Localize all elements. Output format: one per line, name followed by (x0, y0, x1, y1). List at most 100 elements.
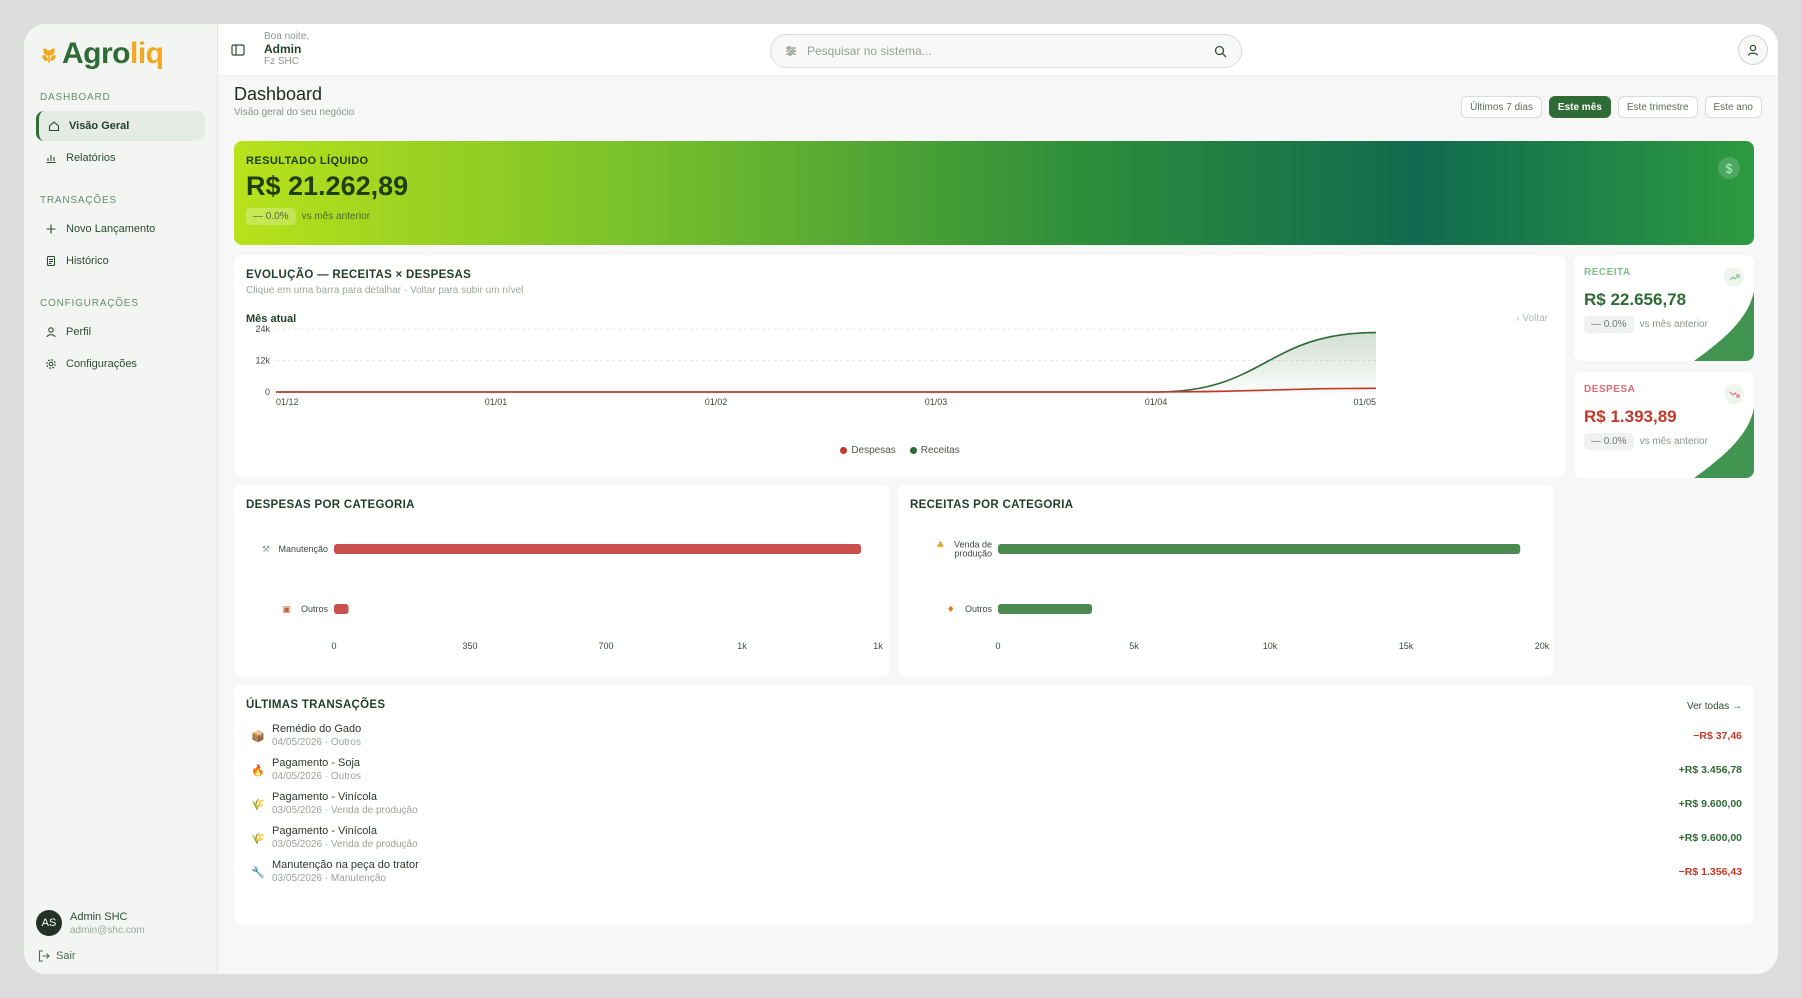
income-category-chart[interactable]: Venda deprodução♣Outros♦0 5k 10k 15k 20k (898, 515, 1554, 665)
expense-category-title: DESPESAS POR CATEGORIA (246, 499, 415, 511)
period-button[interactable]: Este mês (1548, 96, 1611, 118)
plus-icon (44, 222, 58, 236)
transaction-row[interactable]: 🔥 Pagamento - Soja 04/05/2026 · Outros +R$ … (246, 753, 1742, 787)
recent-transactions-card: ÚLTIMAS TRANSAÇÕES Ver todas → 📦 Remédio … (234, 685, 1754, 925)
transaction-amount: −R$ 1.356,43 (1678, 866, 1742, 878)
sidebar-item-configura-es[interactable]: Configurações (36, 349, 205, 379)
category-label: produção (954, 549, 992, 559)
search-icon[interactable] (1214, 45, 1227, 58)
transaction-row[interactable]: 🌾 Pagamento - Vinícola 03/05/2026 · Venda … (246, 821, 1742, 855)
transaction-title: Pagamento - Vinícola (272, 824, 377, 837)
sidebar-item-perfil[interactable]: Perfil (36, 317, 205, 347)
gear-icon (44, 357, 58, 371)
transaction-meta: 03/05/2026 · Venda de produção (272, 838, 418, 850)
transaction-row[interactable]: 🌾 Pagamento - Vinícola 03/05/2026 · Venda … (246, 787, 1742, 821)
x-tick-label: 5k (1129, 641, 1139, 651)
bar-chart-icon (44, 151, 58, 165)
transaction-category-icon: 🔥 (251, 764, 265, 777)
x-tick-label: 1k (737, 641, 747, 651)
sidebar-item-vis-o-geral[interactable]: Visão Geral (36, 111, 205, 141)
user-card[interactable]: AS Admin SHC admin@shc.com (36, 910, 205, 936)
sidebar-item-novo-lan-amento[interactable]: Novo Lançamento (36, 214, 205, 244)
net-result-value: R$ 21.262,89 (246, 171, 409, 201)
transaction-amount: −R$ 37,46 (1693, 730, 1742, 742)
period-button[interactable]: Este trimestre (1617, 96, 1698, 118)
transaction-title: Manutenção na peça do trator (272, 858, 419, 871)
greeting: Boa noite, Admin Fz SHC (264, 31, 309, 68)
legend-swatch (840, 446, 848, 454)
sidebar-item-label: Histórico (66, 255, 109, 267)
net-result-card: RESULTADO LÍQUIDO R$ 21.262,89 — 0.0% vs… (234, 141, 1754, 245)
x-tick-label: 700 (598, 641, 613, 651)
period-filter: Últimos 7 dias Este mês Este trimestre Este… (1461, 96, 1762, 118)
app-window: Agroliq DASHBOARD Visão Geral Relatórios TR… (24, 24, 1778, 974)
topbar: Boa noite, Admin Fz SHC (218, 24, 1778, 76)
user-icon (44, 325, 58, 339)
income-category-title: RECEITAS POR CATEGORIA (910, 499, 1074, 511)
transaction-amount: +R$ 3.456,78 (1678, 764, 1742, 776)
kpi-label: RECEITA (1584, 267, 1631, 278)
sidebar-toggle-icon[interactable] (230, 42, 246, 58)
period-button[interactable]: Últimos 7 dias (1461, 96, 1542, 118)
sidebar-item-label: Novo Lançamento (66, 223, 156, 235)
logo[interactable]: Agroliq (36, 37, 205, 70)
category-bar[interactable] (998, 544, 1521, 554)
sidebar-item-label: Visão Geral (69, 120, 130, 132)
net-result-label: RESULTADO LÍQUIDO (246, 155, 369, 167)
transaction-meta: 03/05/2026 · Venda de produção (272, 804, 418, 816)
dollar-icon: $ (1718, 157, 1740, 179)
period-button[interactable]: Este ano (1704, 96, 1762, 118)
transaction-category-icon: 🔧 (251, 866, 265, 879)
sidebar-footer: AS Admin SHC admin@shc.com Sair (36, 910, 205, 962)
sidebar-item-label: Perfil (66, 326, 92, 338)
x-tick-label: 01/01 (485, 397, 508, 407)
legend-item-receitas[interactable]: Receitas (909, 445, 960, 456)
fire-icon: ♦ (947, 605, 955, 615)
category-bar[interactable] (334, 604, 349, 614)
page-title: Dashboard (234, 84, 323, 104)
transaction-amount: +R$ 9.600,00 (1678, 798, 1742, 810)
user-name: Admin SHC (70, 910, 128, 923)
avatar: AS (36, 910, 62, 936)
filter-icon[interactable] (785, 45, 797, 57)
transaction-row[interactable]: 🔧 Manutenção na peça do trator 03/05/2026 … (246, 855, 1742, 889)
nav-section-title: CONFIGURAÇÕES (40, 298, 139, 309)
category-bar[interactable] (998, 604, 1093, 614)
x-tick-label: 01/03 (925, 397, 948, 407)
profile-button[interactable] (1738, 35, 1768, 65)
logout-icon (38, 950, 50, 962)
net-result-delta-text: vs mês anterior (301, 211, 370, 222)
home-icon (47, 119, 61, 133)
transaction-category-icon: 📦 (251, 730, 265, 743)
logo-text-accent: liq (130, 37, 164, 70)
transaction-meta: 04/05/2026 · Outros (272, 736, 361, 748)
transactions-title: ÚLTIMAS TRANSAÇÕES (246, 699, 386, 711)
nav-section-title: TRANSAÇÕES (40, 195, 117, 206)
expense-category-chart[interactable]: Manutenção ⚒ Outros ▣ 0 350 700 1k 1k (234, 515, 890, 665)
sidebar-item-relat-rios[interactable]: Relatórios (36, 143, 205, 173)
category-label: Outros (965, 604, 993, 614)
page-subtitle: Visão geral do seu negócio (234, 107, 355, 118)
transaction-title: Pagamento - Vinícola (272, 790, 377, 803)
x-tick-label: 15k (1399, 641, 1414, 651)
transaction-meta: 03/05/2026 · Manutenção (272, 872, 386, 884)
legend-item-despesas[interactable]: Despesas (840, 445, 896, 456)
kpi-delta: — 0.0% (1584, 433, 1634, 450)
transaction-meta: 04/05/2026 · Outros (272, 770, 361, 782)
category-bar[interactable] (334, 544, 862, 554)
series-line-receitas[interactable] (276, 331, 1377, 393)
x-tick-label: 0 (995, 641, 1000, 651)
logout-button[interactable]: Sair (36, 950, 205, 962)
logo-text-main: Agro (62, 37, 131, 70)
category-label: Outros (301, 604, 329, 614)
kpi-decoration (1694, 408, 1754, 478)
transaction-row[interactable]: 📦 Remédio do Gado 04/05/2026 · Outros −R$ 3… (246, 719, 1742, 753)
series-area-receitas (276, 332, 1376, 392)
legend-label: Receitas (920, 445, 960, 456)
sidebar-item-hist-rico[interactable]: Histórico (36, 246, 205, 276)
evolution-chart[interactable]: 24k 12k 0 01/12 01/01 01/02 01/03 01/04 01/05 (234, 321, 1566, 411)
wrench-icon: ⚒ (262, 545, 270, 555)
search-input[interactable] (807, 44, 1204, 58)
search-bar[interactable] (770, 34, 1242, 68)
see-all-link[interactable]: Ver todas → (1687, 701, 1742, 712)
